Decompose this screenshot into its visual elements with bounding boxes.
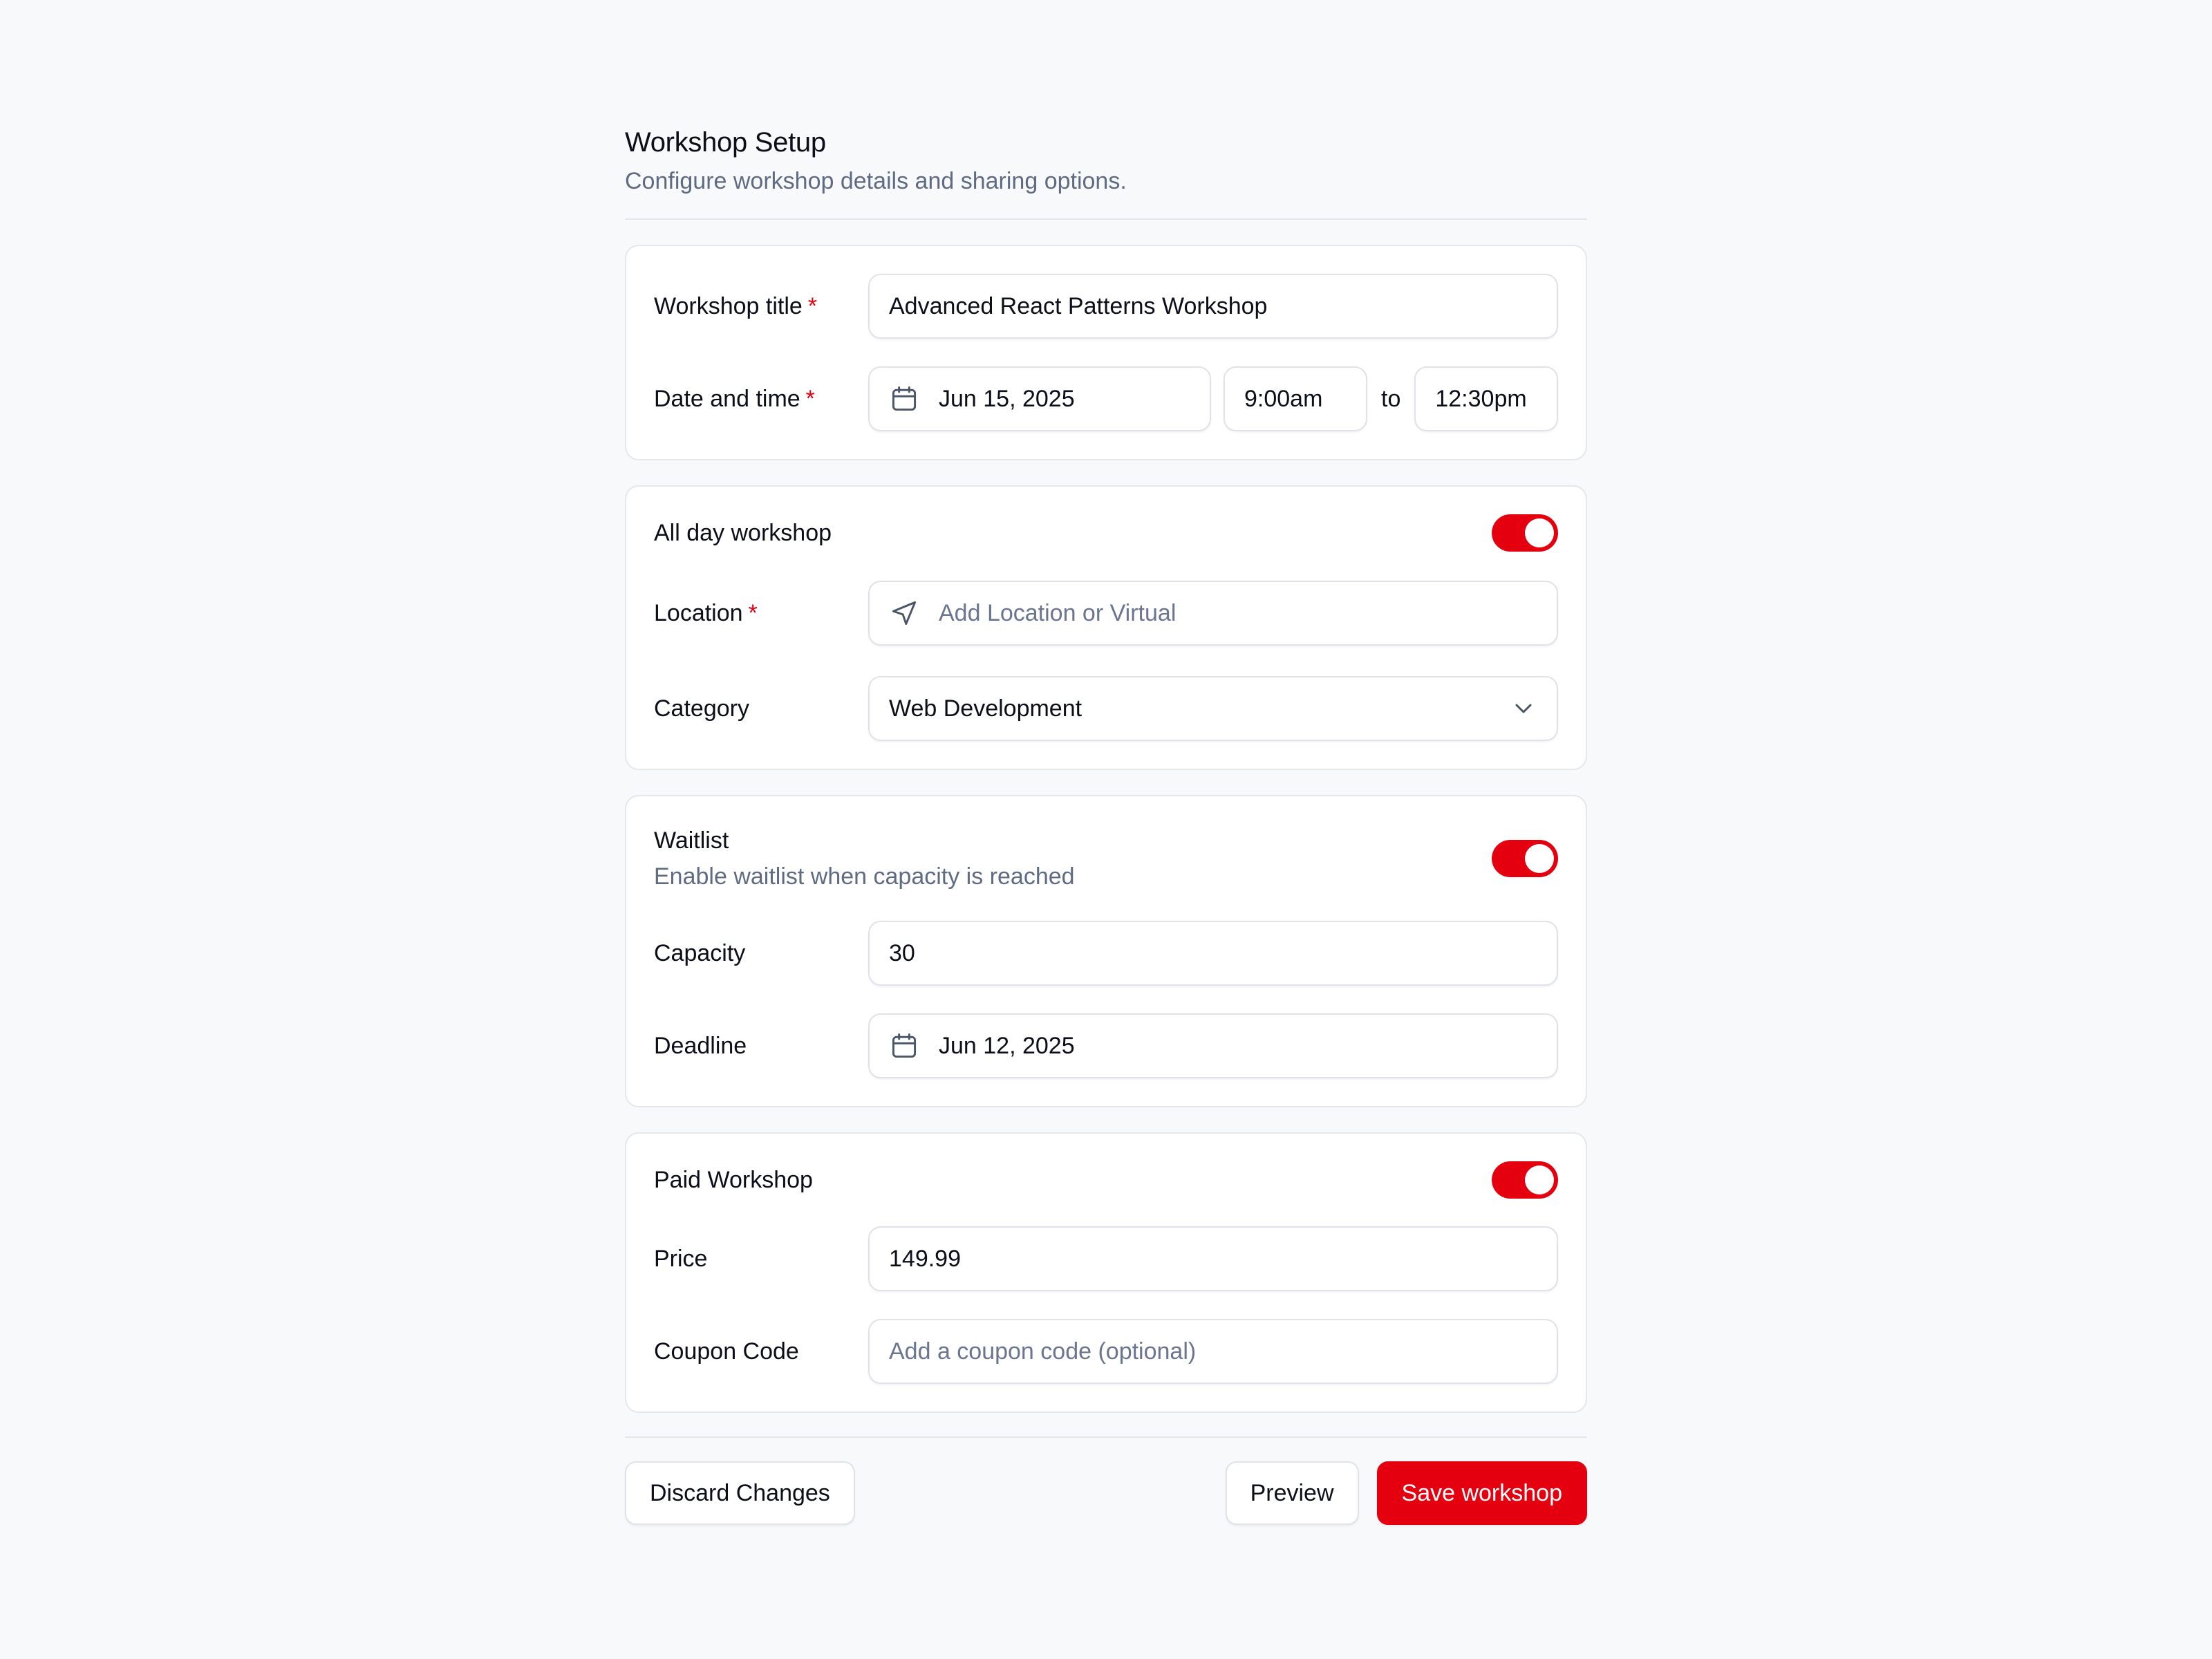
coupon-input[interactable]: Add a coupon code (optional) [868, 1319, 1558, 1384]
start-time-value: 9:00am [1244, 385, 1323, 412]
date-picker[interactable]: Jun 15, 2025 [868, 366, 1211, 431]
date-value: Jun 15, 2025 [939, 385, 1075, 412]
footer-divider [625, 1436, 1587, 1438]
coupon-label: Coupon Code [654, 1338, 799, 1365]
workshop-title-row: Workshop title * Advanced React Patterns … [654, 274, 1558, 339]
save-workshop-button[interactable]: Save workshop [1376, 1461, 1587, 1525]
end-time-input[interactable]: 12:30pm [1414, 366, 1559, 431]
price-row: Price 149.99 [654, 1226, 1558, 1291]
location-row: Location * Add Location or Virtual [654, 581, 1558, 646]
waitlist-row: Waitlist Enable waitlist when capacity i… [654, 824, 1558, 893]
price-value: 149.99 [889, 1245, 961, 1272]
location-placeholder: Add Location or Virtual [939, 599, 1177, 626]
footer-right-actions: Preview Save workshop [1225, 1461, 1587, 1525]
coupon-placeholder: Add a coupon code (optional) [889, 1338, 1197, 1365]
location-label: Location * [654, 597, 868, 630]
required-mark: * [807, 293, 818, 319]
deadline-value: Jun 12, 2025 [939, 1032, 1075, 1059]
date-time-label-text: Date and time [654, 386, 800, 412]
category-row: Category Web Development [654, 676, 1558, 741]
waitlist-description: Enable waitlist when capacity is reached [654, 863, 1075, 890]
workshop-title-value: Advanced React Patterns Workshop [889, 292, 1268, 319]
waitlist-card: Waitlist Enable waitlist when capacity i… [625, 795, 1587, 1107]
toggle-knob [1525, 844, 1554, 873]
paid-row: Paid Workshop [654, 1161, 1558, 1199]
capacity-input[interactable]: 30 [868, 921, 1558, 986]
waitlist-label: Waitlist [654, 827, 729, 854]
coupon-row: Coupon Code Add a coupon code (optional) [654, 1319, 1558, 1384]
date-time-row: Date and time * Jun 15, 2025 9:00am to 12… [654, 366, 1559, 431]
required-mark: * [748, 600, 758, 626]
preview-button[interactable]: Preview [1225, 1461, 1359, 1525]
time-separator: to [1381, 385, 1401, 412]
capacity-label: Capacity [654, 940, 746, 966]
calendar-icon [889, 1031, 919, 1061]
paid-card: Paid Workshop Price 149.99 Coupon Code A… [625, 1132, 1587, 1413]
toggle-knob [1525, 1165, 1554, 1194]
chevron-down-icon [1515, 704, 1532, 713]
page-title: Workshop Setup [625, 127, 826, 158]
location-card: All day workshop Location * Add Location … [625, 485, 1587, 770]
location-label-text: Location [654, 600, 743, 626]
category-value: Web Development [889, 695, 1082, 722]
date-time-label: Date and time * [654, 382, 868, 415]
details-card: Workshop title * Advanced React Patterns … [625, 245, 1587, 460]
workshop-title-label: Workshop title * [654, 290, 868, 323]
workshop-title-label-text: Workshop title [654, 293, 803, 319]
category-select[interactable]: Web Development [868, 676, 1558, 741]
all-day-row: All day workshop [654, 514, 1558, 552]
location-input[interactable]: Add Location or Virtual [868, 581, 1558, 646]
deadline-row: Deadline Jun 12, 2025 [654, 1013, 1558, 1078]
navigation-arrow-icon [889, 598, 919, 628]
discard-changes-button[interactable]: Discard Changes [625, 1461, 855, 1525]
category-label: Category [654, 695, 749, 722]
toggle-knob [1525, 518, 1554, 547]
paid-label: Paid Workshop [654, 1167, 813, 1193]
footer-actions: Discard Changes Preview Save workshop [625, 1461, 1587, 1525]
required-mark: * [805, 386, 815, 412]
capacity-row: Capacity 30 [654, 921, 1558, 986]
deadline-picker[interactable]: Jun 12, 2025 [868, 1013, 1558, 1078]
all-day-label: All day workshop [654, 520, 832, 546]
page-subtitle: Configure workshop details and sharing o… [625, 168, 1127, 194]
header-divider [625, 218, 1587, 220]
price-label: Price [654, 1246, 708, 1272]
paid-toggle[interactable] [1492, 1161, 1558, 1199]
end-time-value: 12:30pm [1435, 385, 1527, 412]
price-input[interactable]: 149.99 [868, 1226, 1558, 1291]
waitlist-text: Waitlist Enable waitlist when capacity i… [654, 824, 1075, 893]
capacity-value: 30 [889, 939, 915, 966]
deadline-label: Deadline [654, 1033, 747, 1059]
all-day-toggle[interactable] [1492, 514, 1558, 552]
waitlist-toggle[interactable] [1492, 840, 1558, 877]
workshop-setup-page: Workshop Setup Configure workshop detail… [625, 123, 1587, 1525]
calendar-icon [889, 384, 919, 414]
start-time-input[interactable]: 9:00am [1224, 366, 1367, 431]
workshop-title-input[interactable]: Advanced React Patterns Workshop [868, 274, 1558, 339]
